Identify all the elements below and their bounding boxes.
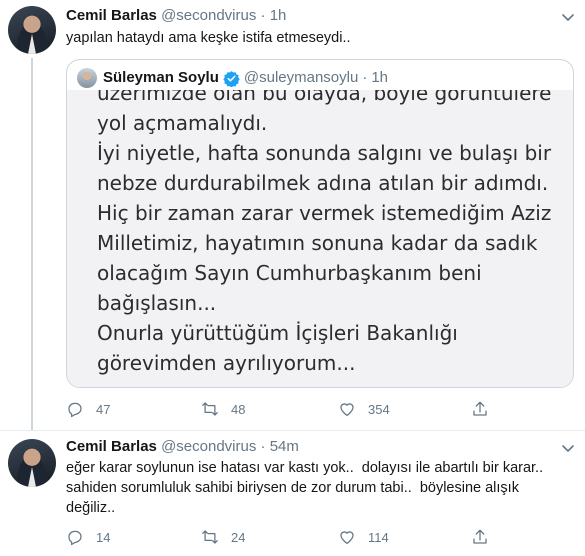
quoted-tweet-time: 1h [371,69,389,86]
author-handle[interactable]: @secondvirus [161,7,256,24]
retweet-button[interactable]: 24 [201,527,245,547]
reply-count: 47 [96,401,111,417]
tweet-header: Cemil Barlas @secondvirus · 54m [66,437,299,457]
image-text-line: Hiç bir zaman zarar vermek istemediğim A… [97,201,552,225]
tweet[interactable]: Cemil Barlas @secondvirus · 1h yapılan h… [0,0,585,430]
image-text-line: İyi niyetle, hafta sonunda salgını ve bu… [97,141,552,165]
retweet-count: 24 [231,529,246,545]
tweet-text-line: sahiden sorumluluk sahibi biriysen de zo… [66,480,519,496]
like-count: 114 [368,529,389,545]
author-name[interactable]: Cemil Barlas [66,7,157,24]
like-button[interactable]: 114 [338,527,389,547]
chevron-down-icon[interactable] [560,440,576,456]
share-button[interactable] [471,527,501,547]
quoted-author-handle: @suleymansoylu [243,69,359,86]
verified-badge-icon [223,70,240,87]
tweet-text-line: eğer karar soylunun ise hatası var kastı… [66,460,544,476]
tweet-text: yapılan hataydı ama keşke istifa etmesey… [66,30,351,46]
image-text-line: nebze durdurabilmek adına atılan bir adı… [97,171,549,195]
quoted-image[interactable]: üzerimizde olan bu olayda, böyle görüntü… [67,90,573,387]
share-button[interactable] [471,399,501,419]
image-text-line: üzerimizde olan bu olayda, böyle görüntü… [97,90,552,105]
image-text-line: olacağım Sayın Cumhurbaşkanım beni [97,261,482,285]
avatar[interactable] [8,6,56,54]
reply-button[interactable]: 14 [66,527,110,547]
chevron-down-icon[interactable] [560,9,576,25]
like-button[interactable]: 354 [338,399,390,419]
author-name[interactable]: Cemil Barlas [66,438,157,455]
tweet-header: Cemil Barlas @secondvirus · 1h [66,6,286,26]
quoted-tweet[interactable]: Süleyman Soylu @suleymansoylu · 1h üzeri… [66,59,574,388]
tweet-time[interactable]: 1h [270,7,287,24]
retweet-icon [202,402,218,416]
tweet-time[interactable]: 54m [270,438,299,455]
separator-dot: · [260,438,266,455]
image-text-line: Milletimiz, hayatımın sonuna kadar da sa… [97,231,538,255]
separator-dot: · [362,69,368,86]
tweet-text: eğer karar soylunun ise hatası var kastı… [66,458,576,518]
author-handle[interactable]: @secondvirus [161,438,256,455]
quoted-image-text: üzerimizde olan bu olayda, böyle görüntü… [97,90,567,378]
tweet-actions: 14 24 114 [66,527,566,547]
share-icon [473,529,487,544]
retweet-button[interactable]: 48 [201,399,245,419]
separator-dot: · [260,7,266,24]
quoted-tweet-header: Süleyman Soylu @suleymansoylu · 1h [77,68,388,88]
tweet-text-line: değiliz.. [66,500,116,516]
share-icon [473,401,487,416]
heart-icon [340,403,354,417]
quoted-avatar [77,68,97,88]
thread-line [31,58,33,430]
tweet-actions: 47 48 354 [66,399,566,419]
image-text-line: yol açmamalıydı. [97,111,268,135]
tweet[interactable]: Cemil Barlas @secondvirus · 54m eğer kar… [0,431,585,556]
retweet-count: 48 [231,401,246,417]
heart-icon [340,531,354,545]
image-text-line: bağışlasın... [97,291,217,315]
retweet-icon [202,530,218,544]
quoted-author-name: Süleyman Soylu [103,69,219,86]
image-text-line: Onurla yürüttüğüm İçişleri Bakanlığı [97,321,458,345]
reply-icon [68,402,82,418]
reply-button[interactable]: 47 [66,399,110,419]
reply-icon [68,530,82,546]
reply-count: 14 [96,529,111,545]
avatar[interactable] [8,439,56,487]
like-count: 354 [368,401,390,417]
image-text-line: görevimden ayrılıyorum... [97,351,356,375]
